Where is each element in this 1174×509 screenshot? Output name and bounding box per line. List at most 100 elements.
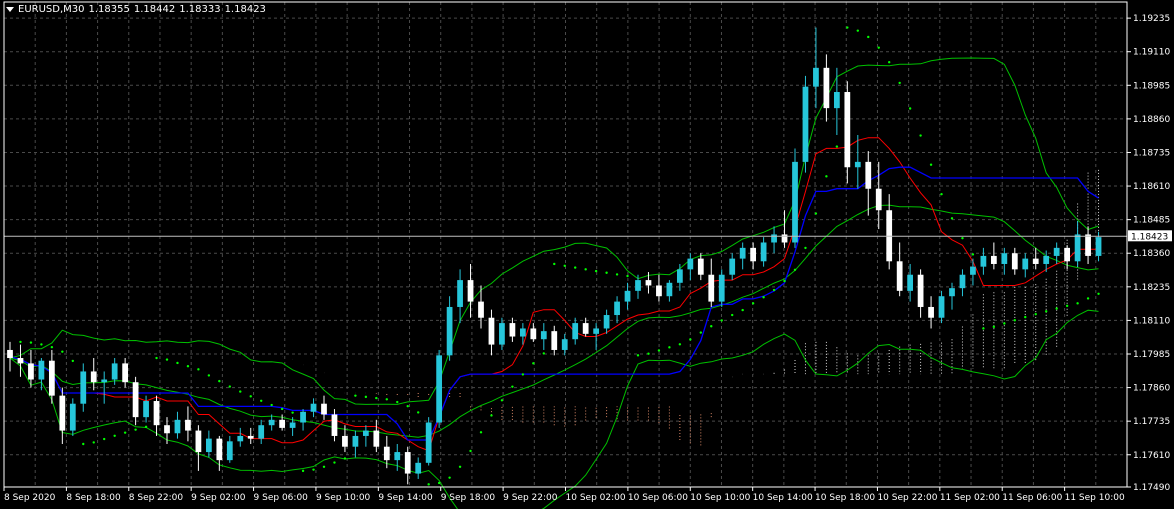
price-tick-label: 1.17985 — [1133, 350, 1170, 360]
sar-dot — [417, 411, 420, 414]
sar-dot — [123, 431, 127, 434]
candle-body — [561, 339, 568, 350]
price-tick-label: 1.18860 — [1133, 115, 1170, 125]
candle-body — [750, 247, 757, 262]
candle-body — [582, 323, 589, 334]
sar-dot — [929, 163, 933, 166]
candle-body — [771, 234, 777, 243]
candle-body — [1095, 237, 1102, 256]
sar-dot — [40, 343, 43, 346]
sar-dot — [218, 379, 221, 383]
sar-dot — [678, 343, 682, 346]
time-tick-label: 10 Sep 18:00 — [815, 493, 875, 503]
candle-body — [823, 67, 830, 109]
sar-dot — [333, 461, 336, 464]
candle-body — [258, 425, 265, 439]
sar-dot — [1045, 310, 1048, 313]
candle-body — [90, 371, 97, 383]
sar-dot — [699, 331, 702, 334]
candle-body — [80, 371, 87, 404]
sar-dot — [437, 481, 441, 485]
sar-dot — [804, 246, 807, 250]
candle-body — [970, 266, 976, 275]
sar-dot — [563, 264, 566, 268]
candle-body — [603, 315, 610, 329]
price-tick-label: 1.18485 — [1133, 216, 1170, 226]
sar-dot — [961, 236, 964, 240]
candle-body — [174, 419, 181, 434]
sar-dot — [186, 365, 190, 368]
sar-dot — [710, 325, 713, 328]
candle-body — [1001, 253, 1008, 264]
candle-body — [352, 435, 359, 447]
sar-dot — [720, 319, 723, 322]
sar-dot — [239, 390, 242, 393]
price-tick-label: 1.17490 — [1133, 483, 1170, 493]
sar-dot — [647, 352, 650, 355]
sar-dot — [479, 431, 483, 434]
sar-dot — [814, 212, 818, 215]
candle-body — [321, 403, 327, 415]
candle-body — [813, 67, 819, 87]
candle-body — [593, 328, 600, 334]
sar-dot — [825, 175, 828, 178]
sar-dot — [113, 434, 116, 437]
candle-body — [896, 261, 903, 291]
price-tick-label: 1.19235 — [1133, 14, 1170, 24]
candle-body — [205, 438, 212, 453]
candle-body — [917, 274, 924, 307]
sar-dot — [458, 465, 462, 468]
candle-body — [48, 360, 55, 396]
candle-body — [540, 331, 547, 340]
chart-title[interactable]: EURUSD,M30 1.18355 1.18442 1.18333 1.184… — [6, 4, 266, 15]
current-price-label: 1.18423 — [1131, 232, 1168, 242]
sar-dot — [908, 107, 912, 110]
candle-body — [289, 422, 296, 428]
close-value: 1.18423 — [224, 4, 266, 15]
time-tick-label: 11 Sep 10:00 — [1065, 493, 1125, 503]
sar-dot — [846, 26, 849, 29]
sar-dot — [762, 296, 765, 299]
candle-body — [739, 247, 746, 259]
sar-dot — [312, 468, 315, 471]
price-tick-label: 1.18735 — [1133, 148, 1170, 158]
sar-dot — [92, 441, 95, 444]
sar-dot — [375, 396, 378, 400]
sar-dot — [626, 274, 629, 278]
sar-dot — [605, 271, 608, 274]
candle-body — [28, 363, 34, 380]
candle-body — [1053, 247, 1060, 256]
candle-body — [907, 274, 914, 291]
candle-body — [865, 161, 872, 189]
menu-triangle-icon[interactable] — [6, 7, 14, 12]
time-tick-label: 10 Sep 10:00 — [690, 493, 750, 503]
sar-dot — [155, 356, 158, 360]
candle-body — [781, 234, 788, 243]
price-tick-label: 1.17610 — [1133, 451, 1170, 461]
sar-dot — [82, 442, 85, 446]
candle-body — [101, 379, 108, 383]
symbol-label: EURUSD,M30 — [18, 4, 85, 15]
candle-body — [310, 403, 317, 412]
candle-body — [1032, 258, 1039, 264]
open-value: 1.18355 — [88, 4, 130, 15]
candle-body — [425, 422, 432, 463]
sar-dot — [71, 359, 75, 363]
price-chart[interactable]: 1.19235 1.19110 1.18985 1.18860 1.18735 1.186… — [0, 0, 1174, 509]
candle-body — [645, 280, 652, 286]
sar-dot — [103, 437, 106, 441]
price-tick-label: 1.18110 — [1133, 316, 1170, 326]
price-tick-label: 1.17860 — [1133, 384, 1170, 394]
sar-dot — [856, 29, 859, 32]
sar-dot — [176, 361, 179, 365]
sar-dot — [144, 425, 148, 429]
candle-body — [373, 430, 380, 447]
candle-body — [1022, 258, 1029, 270]
time-tick-label: 9 Sep 10:00 — [316, 493, 371, 503]
sar-dot — [940, 192, 943, 196]
sar-dot — [260, 399, 263, 403]
sar-dot — [1003, 322, 1006, 325]
candle-body — [143, 401, 149, 418]
sar-dot — [950, 217, 954, 220]
sar-dot — [835, 145, 839, 148]
